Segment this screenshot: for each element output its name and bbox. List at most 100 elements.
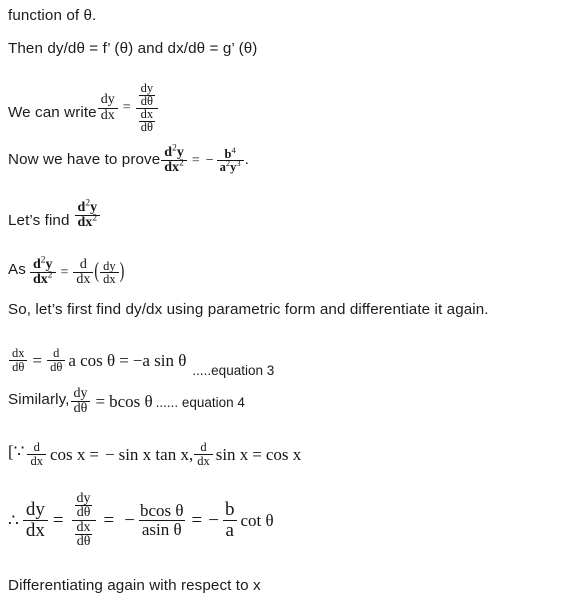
fraction-denominator: dx dθ — [71, 519, 96, 549]
fraction-denominator: dx dθ — [135, 106, 159, 134]
fraction-nested-dydtheta-over-dxdtheta: dy dθ dx dθ — [71, 491, 96, 549]
fraction-d-dx-operator: d dx — [27, 441, 46, 468]
fraction-denominator: dx — [73, 272, 94, 287]
fraction-numerator: dy dθ — [72, 491, 96, 521]
fraction-denominator: dθ — [138, 119, 155, 134]
fraction-denominator: dx2 — [74, 214, 101, 230]
fraction-denominator: dθ — [74, 505, 93, 521]
document-page: function of θ. Then dy/dθ = f’ (θ) and d… — [0, 0, 580, 608]
fraction-d2y-dx2: d2y dx2 — [29, 256, 56, 288]
fraction-dy-dx: dy dx — [22, 499, 48, 540]
fraction-denominator: dθ — [47, 359, 66, 374]
equals-sign: = — [95, 392, 106, 412]
text-similarly: Similarly, — [8, 391, 70, 408]
fraction-dx-dtheta: dx dθ — [74, 519, 93, 549]
expression-cos-x: cos x — [49, 444, 86, 464]
equals-sign: = — [191, 509, 203, 531]
fraction-denominator: dx — [194, 453, 213, 468]
fraction-d-dx-operator: d dx — [194, 441, 213, 468]
expression-a-cos-theta: a cos θ — [68, 350, 116, 370]
fraction-denominator: dθ — [74, 533, 93, 549]
fraction-dy-dtheta: dy dθ — [70, 386, 91, 417]
exponent-2: 2 — [47, 270, 53, 281]
minus-sign: − — [124, 509, 135, 531]
line-we-can-write: We can write dy dx = dy dθ dx dθ — [8, 82, 159, 148]
fraction-numerator: bcos θ — [139, 501, 184, 521]
fraction-denominator: dx — [100, 272, 119, 286]
equals-sign: = — [103, 509, 115, 531]
equation-final-dy-dx: ∴ dy dx = dy dθ dx dθ = − bcos θ asin θ … — [8, 491, 274, 549]
fraction-b4-over-a2y3: b4 a2y3 — [216, 145, 244, 175]
fraction-numerator: dx — [140, 106, 154, 121]
fraction-dy-dx: dy dx — [100, 258, 119, 287]
text-now-we-have-to-prove: Now we have to prove — [8, 151, 161, 168]
fraction-numerator: dy — [25, 499, 45, 521]
therefore-symbol: ∴ — [8, 510, 19, 530]
equation-second-derivative-symbol: d2y dx2 — [70, 199, 102, 231]
bracket-because-symbol: [∵ — [8, 442, 25, 461]
line-dx-dtheta-equation: dx dθ = d dθ a cos θ = −a sin θ .....equ… — [8, 345, 274, 377]
fraction-denominator: dθ — [138, 93, 155, 108]
equation-dx-dtheta: dx dθ = d dθ a cos θ = −a sin θ — [8, 347, 186, 374]
dx-symbol: dx — [32, 272, 48, 288]
fraction-numerator: d — [33, 440, 40, 454]
fraction-denominator: dx2 — [161, 158, 187, 175]
fraction-bcos-over-asin: bcos θ asin θ — [137, 502, 187, 538]
line-final-dy-dx: ∴ dy dx = dy dθ dx dθ = − bcos θ asin θ … — [8, 491, 274, 549]
equation-number-3: .....equation 3 — [192, 362, 275, 378]
equals-sign: = — [60, 264, 69, 280]
exponent-3: 3 — [236, 158, 241, 169]
fraction-denominator: asin θ — [138, 519, 185, 538]
text-we-can-write: We can write — [8, 104, 97, 122]
equals-sign: = — [191, 152, 200, 168]
equals-sign: = — [32, 350, 43, 370]
fraction-nested-dydtheta-over-dxdtheta: dy dθ dx dθ — [135, 82, 159, 134]
fraction-numerator: dy — [76, 491, 91, 506]
fraction-numerator: b — [224, 499, 235, 521]
d-symbol: d — [32, 257, 41, 272]
fraction-dx-dtheta: dx dθ — [138, 106, 156, 134]
fraction-d2y-dx2: d2y dx2 — [74, 199, 101, 231]
fraction-dy-dtheta: dy dθ — [138, 82, 156, 108]
fraction-numerator: d — [53, 346, 60, 360]
fraction-denominator: dθ — [70, 401, 91, 416]
equation-trig-identities: d dx cos x = − sin x tan x, d dx sin x =… — [24, 441, 301, 468]
expression-minus-a-sin-theta: −a sin θ — [132, 350, 187, 370]
text-so-lets-first-find: So, let’s first find dy/dx using paramet… — [8, 301, 489, 318]
equation-dy-dx-parametric: dy dx = dy dθ dx dθ — [97, 82, 159, 134]
text-period: . — [244, 151, 249, 168]
parenthesis-close: ) — [119, 260, 125, 284]
parenthesis-open: ( — [94, 260, 100, 284]
fraction-denominator: a2y3 — [216, 158, 244, 174]
minus-sign: − — [205, 152, 214, 168]
fraction-d-dtheta-operator: d dθ — [47, 346, 66, 374]
line-as-definition: As d2y dx2 = d dx ( dy dx ) — [8, 256, 125, 294]
fraction-b-over-a: b a — [222, 500, 238, 540]
text-lets-find: Let’s find — [8, 212, 70, 230]
equation-dy-dtheta: dy dθ = bcos θ — [69, 386, 153, 417]
fraction-denominator: a — [222, 519, 237, 540]
equals-sign: = — [89, 444, 99, 464]
line-bracket-identities: [∵ d dx cos x = − sin x tan x, d dx sin … — [8, 441, 301, 474]
text-function-of-theta: function of θ. — [8, 7, 97, 24]
fraction-denominator: dθ — [9, 359, 28, 374]
minus-sign: − — [208, 509, 219, 531]
equals-sign: = — [52, 509, 64, 531]
fraction-dx-dtheta: dx dθ — [9, 347, 28, 374]
exponent-2: 2 — [179, 158, 184, 169]
line-lets-find: Let’s find d2y dx2 — [8, 199, 101, 237]
fraction-numerator: d — [79, 257, 87, 272]
fraction-numerator: dy — [103, 258, 116, 273]
line-now-we-have-to-prove: Now we have to prove d2y dx2 = − b4 a2y3… — [8, 144, 249, 184]
fraction-numerator: dy — [73, 386, 88, 401]
fraction-numerator: dy — [100, 92, 115, 108]
fraction-denominator: dx — [22, 519, 48, 540]
fraction-numerator: dx — [76, 519, 91, 535]
equation-to-prove: d2y dx2 = − b4 a2y3 — [160, 144, 244, 176]
equation-number-4: ...... equation 4 — [155, 395, 245, 410]
expression-bcos-theta: bcos θ — [109, 392, 153, 412]
fraction-dy-dx: dy dx — [97, 92, 118, 123]
expression-cot-theta: cot θ — [240, 510, 274, 530]
expression-sin-x: sin x — [215, 444, 249, 464]
equals-sign: = — [119, 350, 129, 370]
